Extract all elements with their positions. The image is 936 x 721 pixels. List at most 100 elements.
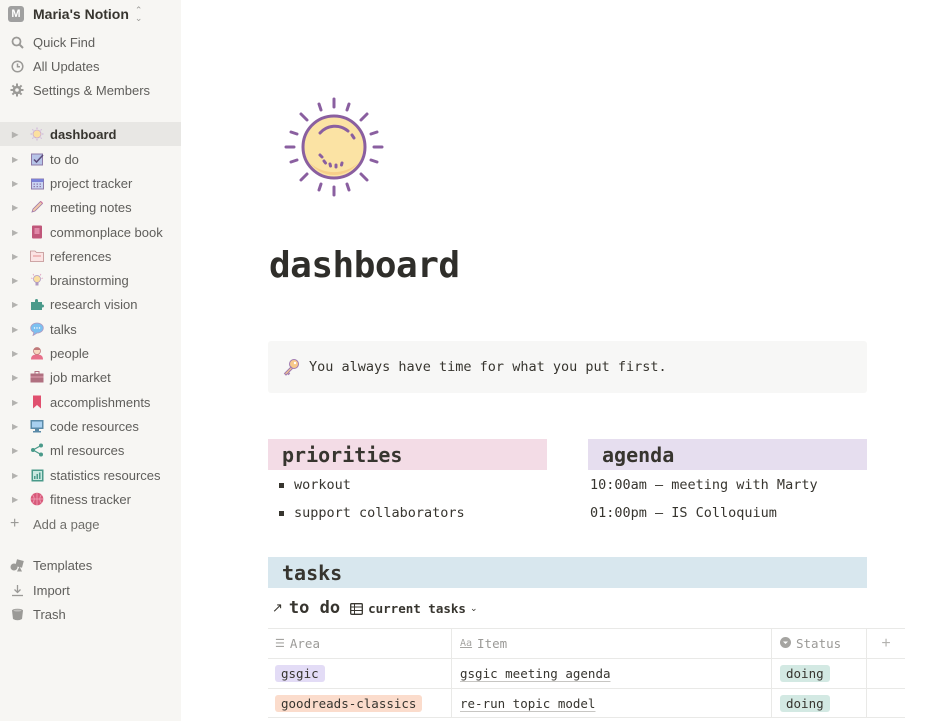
sun-icon [30, 127, 44, 141]
page-label: talks [50, 321, 77, 337]
sidebar-page-meeting-notes[interactable]: ▶ meeting notes [0, 195, 181, 219]
expand-triangle-icon[interactable]: ▶ [12, 203, 20, 212]
sidebar-page-fitness-tracker[interactable]: ▶ fitness tracker [0, 487, 181, 511]
expand-triangle-icon[interactable]: ▶ [12, 349, 20, 358]
status-cell[interactable]: doing [772, 689, 867, 717]
chevron-down-icon[interactable]: ⌄ [470, 603, 478, 614]
import-button[interactable]: Import [0, 578, 181, 602]
sidebar-page-research-vision[interactable]: ▶ research vision [0, 292, 181, 316]
speech-bubble-icon [30, 322, 44, 336]
sidebar-page-project-tracker[interactable]: ▶ project tracker [0, 171, 181, 195]
sidebar-page-code-resources[interactable]: ▶ code resources [0, 414, 181, 438]
expand-triangle-icon[interactable]: ▶ [12, 446, 20, 455]
expand-triangle-icon[interactable]: ▶ [12, 422, 20, 431]
expand-triangle-icon[interactable]: ▶ [12, 276, 20, 285]
sidebar-page-talks[interactable]: ▶ talks [0, 317, 181, 341]
bullet-dot [279, 482, 284, 488]
expand-triangle-icon[interactable]: ▶ [12, 155, 20, 164]
sidebar-page-job-market[interactable]: ▶ job market [0, 365, 181, 389]
page-label: commonplace book [50, 224, 163, 240]
status-badge: doing [780, 665, 830, 682]
sidebar-page-accomplishments[interactable]: ▶ accomplishments [0, 390, 181, 414]
sidebar-page-commonplace-book[interactable]: ▶ commonplace book [0, 220, 181, 244]
all-updates-button[interactable]: All Updates [0, 54, 181, 78]
search-icon [9, 34, 25, 50]
tasks-table: ☰ Area Aa Item Status + gsgic gsgic meetin… [268, 628, 905, 718]
table-row[interactable]: gsgic gsgic meeting agenda doing [268, 658, 905, 688]
page-label: to do [50, 151, 79, 167]
workspace-switcher[interactable]: M Maria's Notion ⌃ ⌄ [8, 4, 142, 24]
trash-button[interactable]: Trash [0, 602, 181, 626]
checkbox-icon [30, 152, 44, 166]
item-cell[interactable]: gsgic meeting agenda [452, 659, 772, 688]
workspace-name: Maria's Notion [33, 6, 129, 22]
expand-triangle-icon[interactable]: ▶ [12, 471, 20, 480]
status-cell[interactable]: doing [772, 659, 867, 688]
empty-cell [867, 689, 905, 717]
priorities-heading[interactable]: priorities [268, 439, 547, 470]
quick-find-button[interactable]: Quick Find [0, 30, 181, 54]
status-badge: doing [780, 694, 830, 712]
priority-text: workout [294, 477, 351, 493]
expand-triangle-icon[interactable]: ▶ [12, 495, 20, 504]
sidebar-page-dashboard[interactable]: ▶ dashboard [0, 122, 181, 146]
sidebar-page-brainstorming[interactable]: ▶ brainstorming [0, 268, 181, 292]
briefcase-icon [30, 370, 44, 384]
item-link[interactable]: re-run topic model [460, 696, 595, 711]
column-label: Item [477, 636, 508, 651]
expand-triangle-icon[interactable]: ▶ [12, 300, 20, 309]
folder-icon [30, 249, 44, 263]
sidebar-page-people[interactable]: ▶ people [0, 341, 181, 365]
column-header-item[interactable]: Aa Item [452, 629, 772, 658]
settings-members-button[interactable]: Settings & Members [0, 78, 181, 102]
expand-triangle-icon[interactable]: ▶ [12, 325, 20, 334]
page-label: project tracker [50, 175, 133, 191]
sidebar-page-ml-resources[interactable]: ▶ ml resources [0, 438, 181, 462]
area-tag: gsgic [275, 665, 325, 682]
expand-triangle-icon[interactable]: ▶ [12, 398, 20, 407]
item-link[interactable]: gsgic meeting agenda [460, 666, 611, 681]
linked-database-header: ↗ to do current tasks ⌄ [272, 597, 477, 619]
sidebar-page-to-do[interactable]: ▶ to do [0, 147, 181, 171]
sun-icon[interactable] [282, 95, 386, 199]
clock-icon [9, 58, 25, 74]
agenda-item[interactable]: 01:00pm — IS Colloquium [590, 505, 777, 521]
expand-triangle-icon[interactable]: ▶ [12, 373, 20, 382]
table-header-row: ☰ Area Aa Item Status + [268, 628, 905, 658]
gear-icon [9, 82, 25, 98]
table-row[interactable]: goodreads-classics re-run topic model do… [268, 688, 905, 718]
column-header-area[interactable]: ☰ Area [268, 629, 452, 658]
link-arrow-icon: ↗ [272, 600, 283, 615]
page-label: code resources [50, 418, 139, 434]
tasks-heading[interactable]: tasks [268, 557, 867, 588]
page-content: dashboard You always have time for what … [181, 0, 936, 721]
view-selector[interactable]: current tasks [368, 601, 466, 616]
agenda-item[interactable]: 10:00am — meeting with Marty [590, 477, 818, 493]
area-cell[interactable]: goodreads-classics [268, 689, 452, 717]
lightbulb-icon [30, 273, 44, 287]
sidebar-page-statistics-resources[interactable]: ▶ statistics resources [0, 463, 181, 487]
chevron-updown-icon: ⌃ ⌄ [134, 5, 143, 23]
expand-triangle-icon[interactable]: ▶ [12, 252, 20, 261]
templates-button[interactable]: Templates [0, 553, 181, 577]
pencil-icon [30, 200, 44, 214]
item-cell[interactable]: re-run topic model [452, 689, 772, 717]
expand-triangle-icon[interactable]: ▶ [12, 179, 20, 188]
sidebar-page-references[interactable]: ▶ references [0, 244, 181, 268]
priority-item[interactable]: workout [268, 477, 351, 493]
page-label: meeting notes [50, 199, 132, 215]
expand-triangle-icon[interactable]: ▶ [12, 228, 20, 237]
column-header-status[interactable]: Status [772, 629, 867, 658]
agenda-heading[interactable]: agenda [588, 439, 867, 470]
add-page-button[interactable]: + Add a page [0, 512, 181, 536]
add-column-button[interactable]: + [867, 629, 905, 658]
linked-database-title[interactable]: to do [289, 598, 340, 618]
expand-triangle-icon[interactable]: ▶ [12, 130, 20, 139]
area-cell[interactable]: gsgic [268, 659, 452, 688]
callout-block[interactable]: You always have time for what you put fi… [268, 341, 867, 393]
page-title[interactable]: dashboard [269, 245, 460, 286]
page-label: ml resources [50, 442, 125, 458]
priority-item[interactable]: support collaborators [268, 505, 465, 521]
page-label: references [50, 248, 112, 264]
puzzle-icon [30, 297, 44, 311]
